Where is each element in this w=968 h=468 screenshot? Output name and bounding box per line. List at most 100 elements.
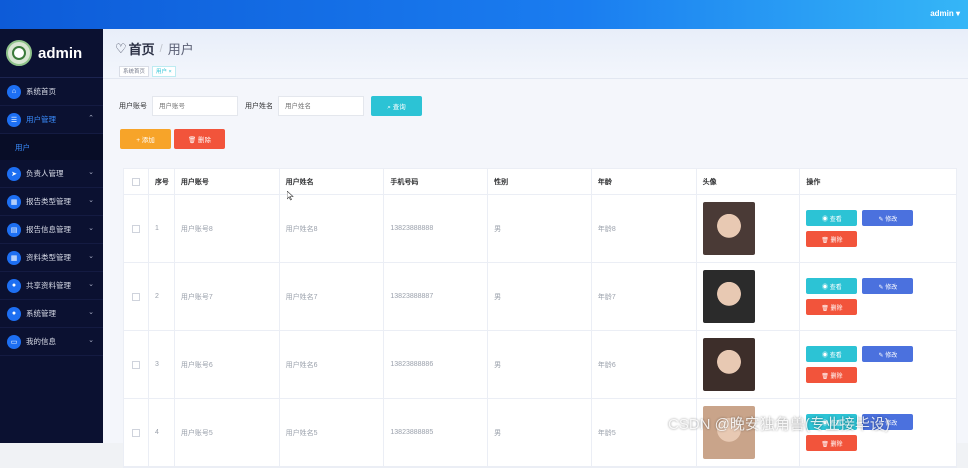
cell-phone: 13823888885 [384, 399, 489, 466]
brand: admin [0, 29, 103, 78]
name-label: 用户姓名 [245, 103, 273, 110]
cell-gender: 男 [488, 399, 592, 466]
sidebar-item-label: 共享资料管理 [26, 281, 71, 290]
tag-bar: 系统首页 用户 × [119, 66, 176, 77]
select-cell [124, 263, 149, 330]
cell-age: 年龄8 [592, 195, 697, 262]
top-bar: admin ▾ [0, 0, 968, 29]
tag-home[interactable]: 系统首页 [119, 66, 150, 77]
main-content: ♡ 首页 / 用户 系统首页 用户 × 用户账号 用户姓名 ⌕ 查询 + 添加 … [103, 29, 968, 468]
select-all-checkbox[interactable] [131, 177, 140, 186]
cell-gender: 男 [488, 195, 592, 262]
chevron-icon: ⌄ [88, 225, 94, 232]
chevron-icon: ⌄ [88, 197, 94, 204]
heart-icon: ♡ [115, 40, 127, 56]
cell-gender: 男 [488, 331, 592, 398]
name-input[interactable] [278, 96, 364, 116]
cell-ops: ◉ 查看 ✎ 修改 🗑 删除 [800, 263, 956, 330]
cell-name: 用户姓名7 [280, 263, 385, 330]
cell-photo [697, 331, 801, 398]
sidebar-item-6[interactable]: ● 共享资料管理 ⌄ [0, 272, 103, 300]
select-all-cell [124, 169, 149, 194]
breadcrumb-separator: / [159, 42, 163, 55]
user-photo [702, 338, 755, 391]
select-cell [124, 331, 149, 398]
cell-account: 用户账号5 [175, 399, 280, 466]
sidebar-subitem-user[interactable]: 用户 [0, 134, 103, 160]
header-account: 用户账号 [175, 169, 280, 194]
select-cell [124, 195, 149, 262]
cell-account: 用户账号7 [175, 263, 280, 330]
breadcrumb-current: 用户 [167, 42, 194, 57]
delete-button[interactable]: 🗑 删除 [806, 367, 858, 383]
header-age: 年龄 [592, 169, 697, 194]
header-phone: 手机号码 [384, 169, 489, 194]
action-bar: + 添加 🗑 删除 [120, 129, 225, 149]
user-menu[interactable]: admin ▾ [930, 9, 960, 18]
cell-phone: 13823888888 [384, 195, 489, 262]
batch-delete-button[interactable]: 🗑 删除 [174, 129, 225, 149]
chevron-icon: ⌄ [88, 337, 94, 344]
document-icon: ▤ [7, 222, 21, 237]
row-checkbox[interactable] [131, 428, 140, 437]
cell-phone: 13823888887 [384, 263, 489, 330]
breadcrumb-home[interactable]: 首页 [129, 39, 155, 58]
delete-button[interactable]: 🗑 删除 [806, 435, 858, 451]
cell-age: 年龄7 [592, 263, 697, 330]
cell-age: 年龄6 [592, 331, 697, 398]
sidebar-item-label: 报告类型管理 [26, 197, 71, 206]
tag-user[interactable]: 用户 × [152, 66, 176, 77]
sidebar-item-label: 用户管理 [26, 115, 56, 124]
table-row: 1 用户账号8 用户姓名8 13823888888 男年龄8 ◉ 查看 ✎ 修改 🗑 删除 [124, 195, 956, 263]
sidebar-item-4[interactable]: ▤ 报告信息管理 ⌄ [0, 216, 103, 244]
sidebar-item-label: 报告信息管理 [26, 225, 71, 234]
sidebar-item-5[interactable]: ▦ 资料类型管理 ⌄ [0, 244, 103, 272]
query-button[interactable]: ⌕ 查询 [371, 96, 422, 116]
user-photo [702, 202, 755, 255]
grid-icon: ▦ [7, 250, 21, 265]
row-checkbox[interactable] [131, 224, 140, 233]
delete-button[interactable]: 🗑 删除 [806, 299, 858, 315]
account-input[interactable] [152, 96, 238, 116]
sidebar-item-label: 资料类型管理 [26, 253, 71, 262]
cell-name: 用户姓名6 [280, 331, 385, 398]
edit-button[interactable]: ✎ 修改 [862, 346, 914, 362]
view-button[interactable]: ◉ 查看 [806, 278, 858, 294]
grid-icon: ▦ [7, 194, 21, 209]
sidebar-item-1[interactable]: ☰ 用户管理 ⌃ [0, 106, 103, 134]
cell-no: 3 [149, 331, 175, 398]
sidebar-item-8[interactable]: ▭ 我的信息 ⌄ [0, 328, 103, 356]
cell-no: 1 [149, 195, 175, 262]
table-row: 2 用户账号7 用户姓名7 13823888887 男年龄7 ◉ 查看 ✎ 修改 🗑 删除 [124, 263, 956, 331]
cell-ops: ◉ 查看 ✎ 修改 🗑 删除 [800, 195, 956, 262]
cell-gender: 男 [488, 263, 592, 330]
cell-ops: ◉ 查看 ✎ 修改 🗑 删除 [800, 331, 956, 398]
add-button[interactable]: + 添加 [120, 129, 171, 149]
row-checkbox[interactable] [131, 360, 140, 369]
user-photo [702, 270, 755, 323]
send-icon: ➤ [7, 166, 21, 181]
sidebar-item-3[interactable]: ▦ 报告类型管理 ⌄ [0, 188, 103, 216]
header-name: 用户姓名 [280, 169, 385, 194]
edit-button[interactable]: ✎ 修改 [862, 210, 914, 226]
view-button[interactable]: ◉ 查看 [806, 210, 858, 226]
sidebar-item-7[interactable]: ● 系统管理 ⌄ [0, 300, 103, 328]
header-photo: 头像 [697, 169, 801, 194]
sidebar-item-2[interactable]: ➤ 负责人管理 ⌄ [0, 160, 103, 188]
home-icon: ⌂ [7, 84, 21, 99]
avatar [6, 40, 32, 66]
header-ops: 操作 [806, 178, 821, 186]
cell-photo [697, 263, 801, 330]
row-checkbox[interactable] [131, 292, 140, 301]
edit-button[interactable]: ✎ 修改 [862, 278, 914, 294]
view-button[interactable]: ◉ 查看 [806, 346, 858, 362]
header-no: 序号 [149, 169, 175, 194]
sidebar-item-0[interactable]: ⌂ 系统首页 [0, 78, 103, 106]
chevron-icon: ⌄ [88, 253, 94, 260]
sidebar: admin ⌂ 系统首页 ☰ 用户管理 ⌃ 用户 ➤ 负责人管理 ⌄ ▦ 报告类型管理 ⌄ ▤ 报告信息管… [0, 29, 103, 443]
select-cell [124, 399, 149, 466]
cell-no: 2 [149, 263, 175, 330]
watermark: CSDN @晚安独角兽(专业接毕设) [668, 416, 890, 433]
brand-name: admin [38, 44, 83, 62]
delete-button[interactable]: 🗑 删除 [806, 231, 858, 247]
